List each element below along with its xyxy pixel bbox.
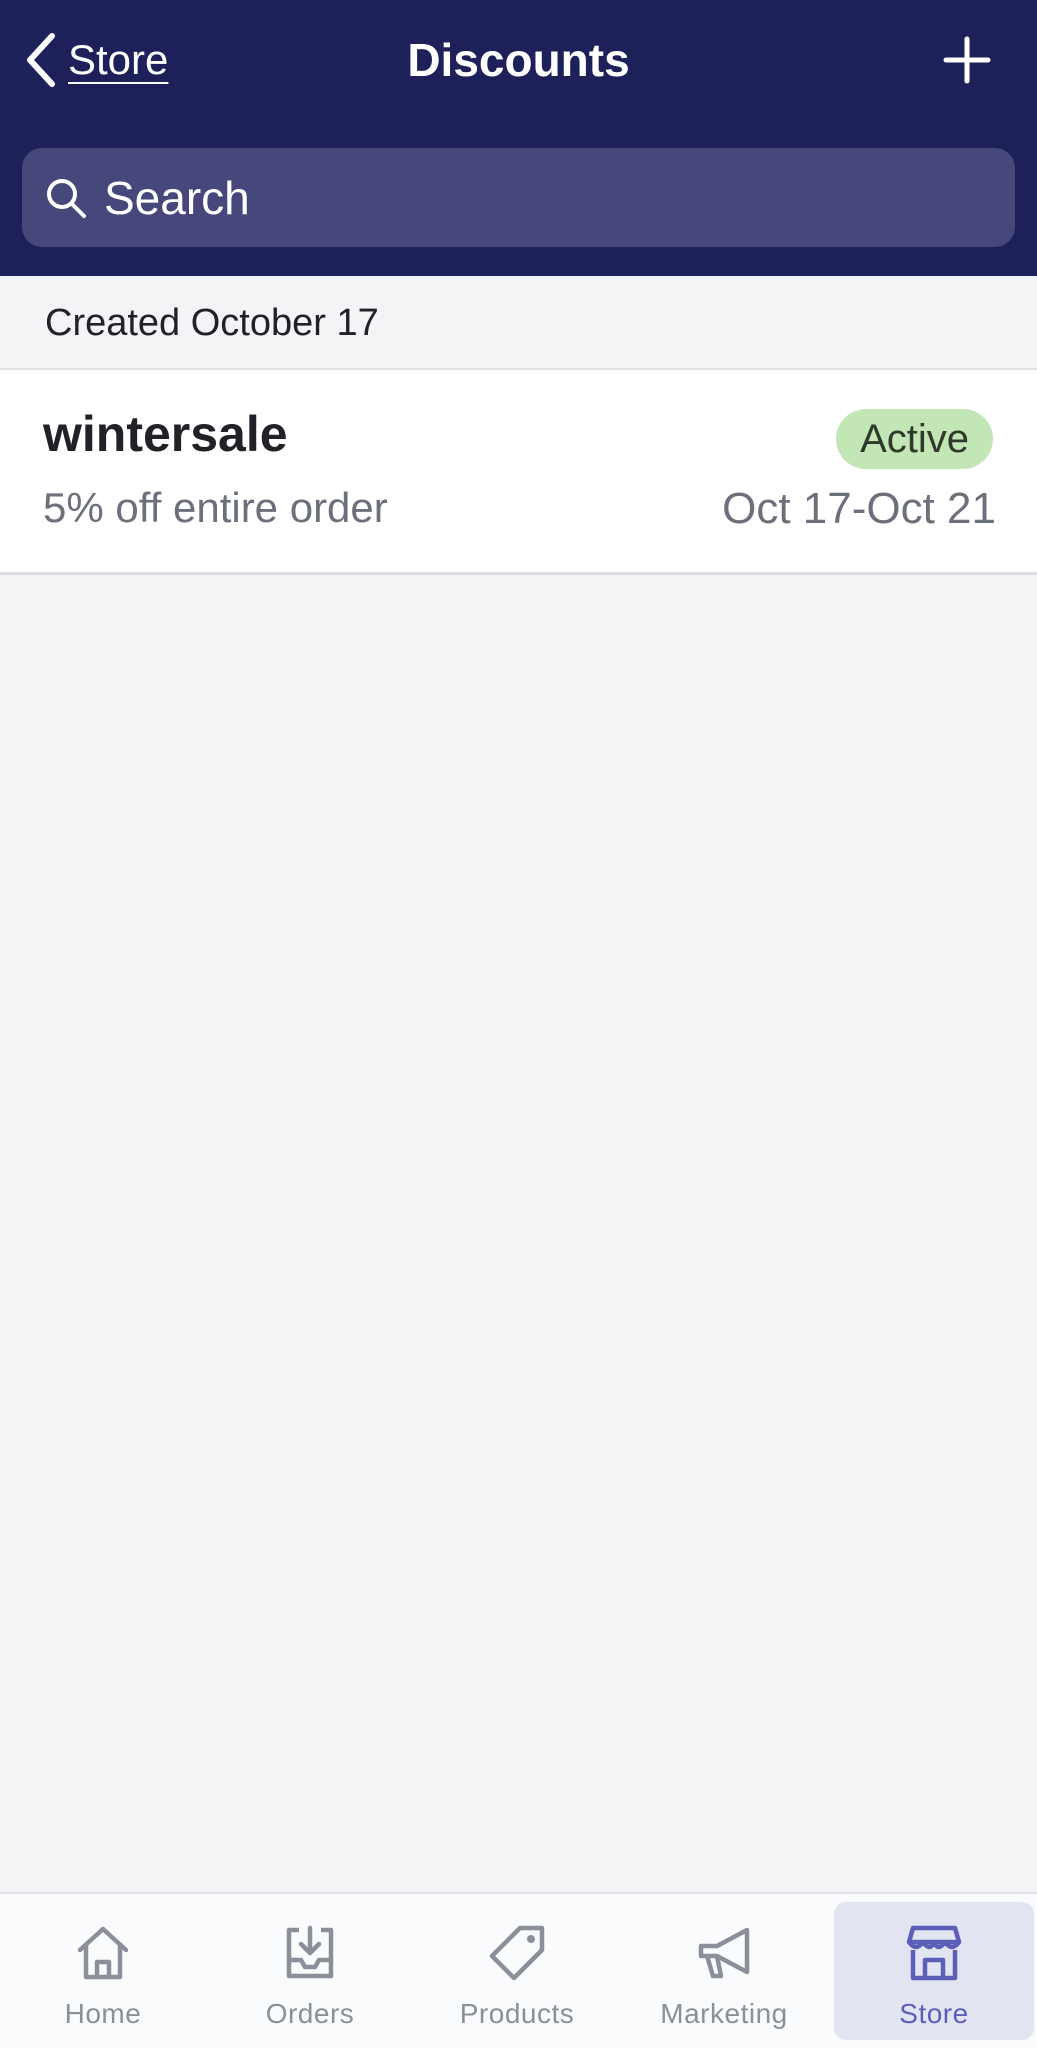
back-button[interactable]: Store	[22, 30, 168, 90]
tab-marketing[interactable]: Marketing	[624, 1902, 824, 2040]
tab-label-store: Store	[899, 1998, 969, 2029]
section-label: Created October 17	[45, 302, 379, 344]
discount-name: wintersale	[43, 406, 288, 462]
tab-products[interactable]: Products	[417, 1902, 617, 2040]
back-label: Store	[68, 36, 169, 83]
search-input[interactable]	[104, 157, 1015, 238]
tab-label-products: Products	[459, 1998, 575, 2029]
tab-home[interactable]: Home	[3, 1902, 203, 2040]
add-discount-button[interactable]	[937, 30, 997, 90]
search-icon	[44, 176, 88, 220]
tab-label-marketing: Marketing	[660, 1998, 788, 2029]
tab-store[interactable]: Store	[834, 1902, 1034, 2040]
top-bar: Store Discounts	[0, 0, 1037, 276]
section-header: Created October 17	[0, 276, 1037, 370]
chevron-left-icon	[27, 33, 55, 87]
tab-label-home: Home	[64, 1998, 142, 2029]
search-bar[interactable]	[22, 148, 1015, 247]
store-icon	[903, 1922, 965, 1984]
tab-orders[interactable]: Orders	[210, 1902, 410, 2040]
tag-icon	[486, 1922, 548, 1984]
megaphone-icon	[693, 1922, 755, 1984]
tab-bar: Home Orders Products Marketing Store	[0, 1892, 1037, 2048]
plus-icon	[943, 36, 991, 84]
discount-row-wintersale[interactable]	[0, 370, 1037, 575]
tab-label-orders: Orders	[265, 1998, 355, 2029]
status-badge: Active	[836, 409, 993, 469]
orders-icon	[279, 1922, 341, 1984]
discount-description: 5% off entire order	[43, 484, 388, 531]
home-icon	[72, 1922, 134, 1984]
discount-dates: Oct 17-Oct 21	[722, 484, 996, 533]
